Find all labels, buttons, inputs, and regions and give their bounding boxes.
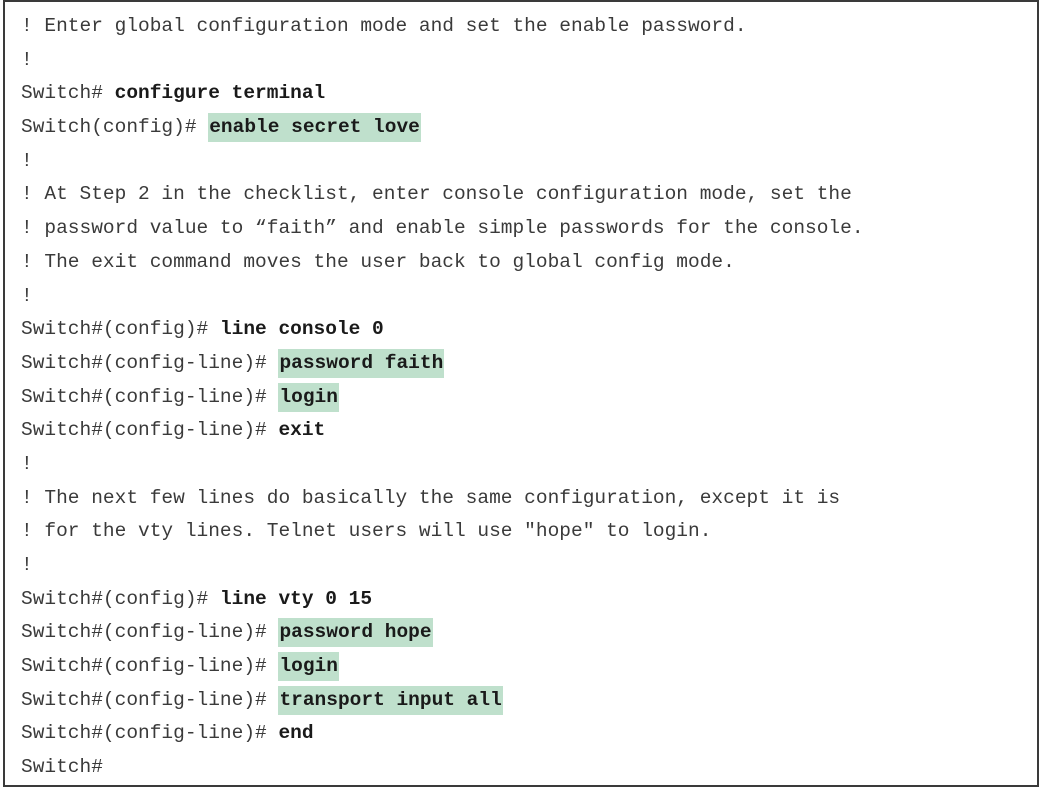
line-command: line vty 0 15 <box>219 587 373 610</box>
listing-line: ! <box>21 280 864 314</box>
listing-line: Switch#(config-line)# login <box>21 650 864 684</box>
line-prompt: Switch#(config)# <box>21 318 220 341</box>
listing-line: Switch(config)# enable secret love <box>21 111 864 145</box>
line-prompt: Switch(config)# <box>21 116 209 139</box>
line-text: ! password value to “faith” and enable s… <box>21 217 864 240</box>
line-command-highlighted: password hope <box>278 618 433 648</box>
line-text: ! <box>21 149 33 172</box>
line-prompt: Switch#(config-line)# <box>21 351 279 374</box>
line-text: ! <box>21 452 33 475</box>
listing-line: Switch#(config)# line vty 0 15 <box>21 583 864 617</box>
listing-line: Switch#(config-line)# end <box>21 717 864 751</box>
line-command-highlighted: password faith <box>278 348 445 378</box>
line-text: ! <box>21 284 33 307</box>
line-text: Switch# <box>21 756 103 779</box>
listing-line: ! At Step 2 in the checklist, enter cons… <box>21 178 864 212</box>
line-text: ! At Step 2 in the checklist, enter cons… <box>21 183 852 206</box>
line-command: end <box>278 722 314 745</box>
line-text: ! The next few lines do basically the sa… <box>21 486 841 509</box>
listing-line: ! <box>21 44 864 78</box>
line-command: configure terminal <box>114 82 326 105</box>
listing-line: ! Enter global configuration mode and se… <box>21 10 864 44</box>
listing-line: ! for the vty lines. Telnet users will u… <box>21 515 864 549</box>
line-prompt: Switch#(config-line)# <box>21 722 279 745</box>
line-prompt: Switch# <box>21 82 115 105</box>
line-text: ! for the vty lines. Telnet users will u… <box>21 520 712 543</box>
line-command-highlighted: login <box>278 652 339 682</box>
listing-line: ! The next few lines do basically the sa… <box>21 482 864 516</box>
listing-line: Switch# <box>21 751 864 785</box>
line-text: ! The exit command moves the user back t… <box>21 250 735 273</box>
listing-line: Switch#(config-line)# password faith <box>21 347 864 381</box>
listing-line: Switch#(config)# line console 0 <box>21 313 864 347</box>
line-command-highlighted: login <box>278 382 339 412</box>
line-command: line console 0 <box>219 318 384 341</box>
listing-line: ! The exit command moves the user back t… <box>21 246 864 280</box>
line-text: ! <box>21 48 33 71</box>
line-prompt: Switch#(config-line)# <box>21 419 279 442</box>
listing-line: Switch#(config-line)# password hope <box>21 616 864 650</box>
listing-line: Switch# configure terminal <box>21 77 864 111</box>
line-command-highlighted: enable secret love <box>208 113 421 143</box>
listing-line: Switch#(config-line)# login <box>21 381 864 415</box>
line-prompt: Switch#(config)# <box>21 587 220 610</box>
listing-lines: ! Enter global configuration mode and se… <box>21 10 864 785</box>
line-command: exit <box>278 419 326 442</box>
listing-line: Switch#(config-line)# transport input al… <box>21 684 864 718</box>
line-prompt: Switch#(config-line)# <box>21 621 279 644</box>
line-text: ! Enter global configuration mode and se… <box>21 15 747 37</box>
listing-line: ! <box>21 145 864 179</box>
line-text: ! <box>21 554 33 576</box>
line-command-highlighted: transport input all <box>278 685 503 715</box>
config-listing: ! Enter global configuration mode and se… <box>3 0 1039 787</box>
listing-line: ! password value to “faith” and enable s… <box>21 212 864 246</box>
line-prompt: Switch#(config-line)# <box>21 688 279 711</box>
listing-line: Switch#(config-line)# exit <box>21 414 864 448</box>
listing-line: ! <box>21 549 864 583</box>
line-prompt: Switch#(config-line)# <box>21 655 279 678</box>
listing-line: ! <box>21 448 864 482</box>
line-prompt: Switch#(config-line)# <box>21 385 279 408</box>
